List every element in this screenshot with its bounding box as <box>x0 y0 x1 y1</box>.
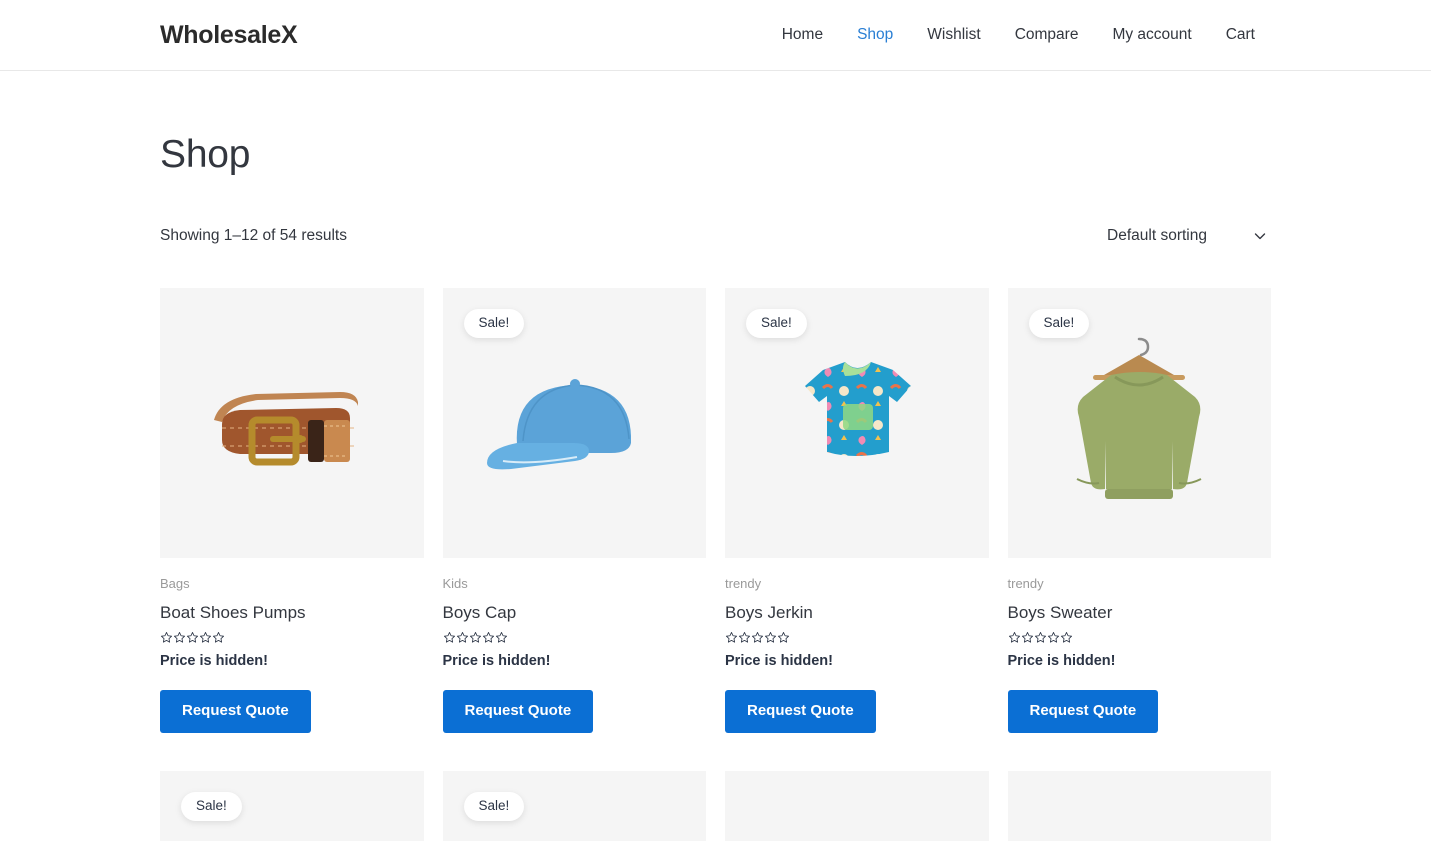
product-price: Price is hidden! <box>1007 652 1116 669</box>
rating-star <box>1008 631 1021 644</box>
product-price: Price is hidden! <box>160 652 268 669</box>
product-image[interactable]: Sale! <box>725 288 989 558</box>
product-title[interactable]: Boys Jerkin <box>725 603 989 623</box>
product-image[interactable] <box>1007 770 1272 841</box>
nav-item-cart[interactable]: Cart <box>1226 26 1255 44</box>
product-rating <box>725 631 989 644</box>
rating-star <box>1047 631 1060 644</box>
shop-toolbar: Showing 1–12 of 54 results Default sorti… <box>160 221 1271 251</box>
product-price: Price is hidden! <box>442 652 551 669</box>
sorting-dropdown[interactable]: Default sorting <box>1107 227 1271 245</box>
request-quote-button[interactable]: Request Quote <box>160 690 311 733</box>
rating-star <box>764 631 777 644</box>
rating-star <box>173 631 186 644</box>
sale-badge: Sale! <box>746 309 807 338</box>
product-title[interactable]: Boys Cap <box>443 603 707 623</box>
product-card <box>725 770 989 841</box>
nav-item-home[interactable]: Home <box>782 26 823 44</box>
product-image[interactable] <box>725 770 989 841</box>
rating-star <box>212 631 225 644</box>
product-illustration <box>725 771 989 841</box>
product-image[interactable]: Sale! <box>1007 288 1271 558</box>
product-category[interactable]: trendy <box>725 576 989 592</box>
rating-star <box>186 631 199 644</box>
product-image[interactable]: Sale! <box>442 288 706 558</box>
product-grid: Bags Boat Shoes Pumps Price is hidden! R… <box>160 288 1271 841</box>
product-card <box>1007 770 1272 841</box>
rating-star <box>160 631 173 644</box>
product-price: Price is hidden! <box>725 652 833 669</box>
product-category[interactable]: trendy <box>1008 576 1272 592</box>
product-image[interactable] <box>160 288 424 558</box>
product-rating <box>160 631 424 644</box>
rating-star <box>469 631 482 644</box>
main-navigation: Home Shop Wishlist Compare My account Ca… <box>782 26 1255 44</box>
rating-star <box>1021 631 1034 644</box>
product-card: Sale! <box>442 770 706 841</box>
shop-page: Shop Showing 1–12 of 54 results Default … <box>0 71 1431 841</box>
rating-star <box>456 631 469 644</box>
site-logo[interactable]: WholesaleX <box>160 22 298 48</box>
product-rating <box>443 631 707 644</box>
rating-star <box>199 631 212 644</box>
product-card: Sale! <box>160 770 424 841</box>
request-quote-button[interactable]: Request Quote <box>1007 690 1159 733</box>
sale-badge: Sale! <box>1028 309 1090 338</box>
product-category[interactable]: Bags <box>160 576 424 592</box>
request-quote-button[interactable]: Request Quote <box>725 690 876 733</box>
result-count: Showing 1–12 of 54 results <box>160 227 347 244</box>
nav-item-compare[interactable]: Compare <box>1015 26 1079 44</box>
nav-item-shop[interactable]: Shop <box>857 26 893 44</box>
product-card: Sale! trendy Boys Jerkin Price is hidden… <box>725 288 989 733</box>
rating-star <box>443 631 456 644</box>
rating-star <box>777 631 790 644</box>
sale-badge: Sale! <box>463 309 525 338</box>
sale-badge: Sale! <box>181 791 242 821</box>
product-card: Sale! trendy Boys Sweater Price is hidde… <box>1007 288 1272 733</box>
rating-star <box>1034 631 1047 644</box>
product-card: Bags Boat Shoes Pumps Price is hidden! R… <box>160 288 424 733</box>
product-title[interactable]: Boys Sweater <box>1008 603 1272 623</box>
request-quote-button[interactable]: Request Quote <box>442 690 594 733</box>
product-rating <box>1008 631 1272 644</box>
rating-star <box>1060 631 1073 644</box>
rating-star <box>725 631 738 644</box>
rating-star <box>751 631 764 644</box>
nav-item-wishlist[interactable]: Wishlist <box>927 26 980 44</box>
product-card: Sale! Kids Boys Cap Price is hidden! Req… <box>442 288 707 733</box>
product-image[interactable]: Sale! <box>160 770 424 841</box>
product-image[interactable]: Sale! <box>442 770 706 841</box>
nav-item-my-account[interactable]: My account <box>1112 26 1191 44</box>
product-category[interactable]: Kids <box>443 576 707 592</box>
chevron-down-icon <box>1253 229 1267 243</box>
page-title: Shop <box>160 133 251 176</box>
rating-star <box>495 631 508 644</box>
site-header: WholesaleX Home Shop Wishlist Compare My… <box>0 0 1431 71</box>
sale-badge: Sale! <box>463 791 525 821</box>
rating-star <box>482 631 495 644</box>
sorting-selected-label: Default sorting <box>1107 227 1207 244</box>
rating-star <box>738 631 751 644</box>
product-title[interactable]: Boat Shoes Pumps <box>160 603 424 623</box>
product-illustration <box>1008 771 1272 841</box>
product-illustration <box>160 288 424 558</box>
